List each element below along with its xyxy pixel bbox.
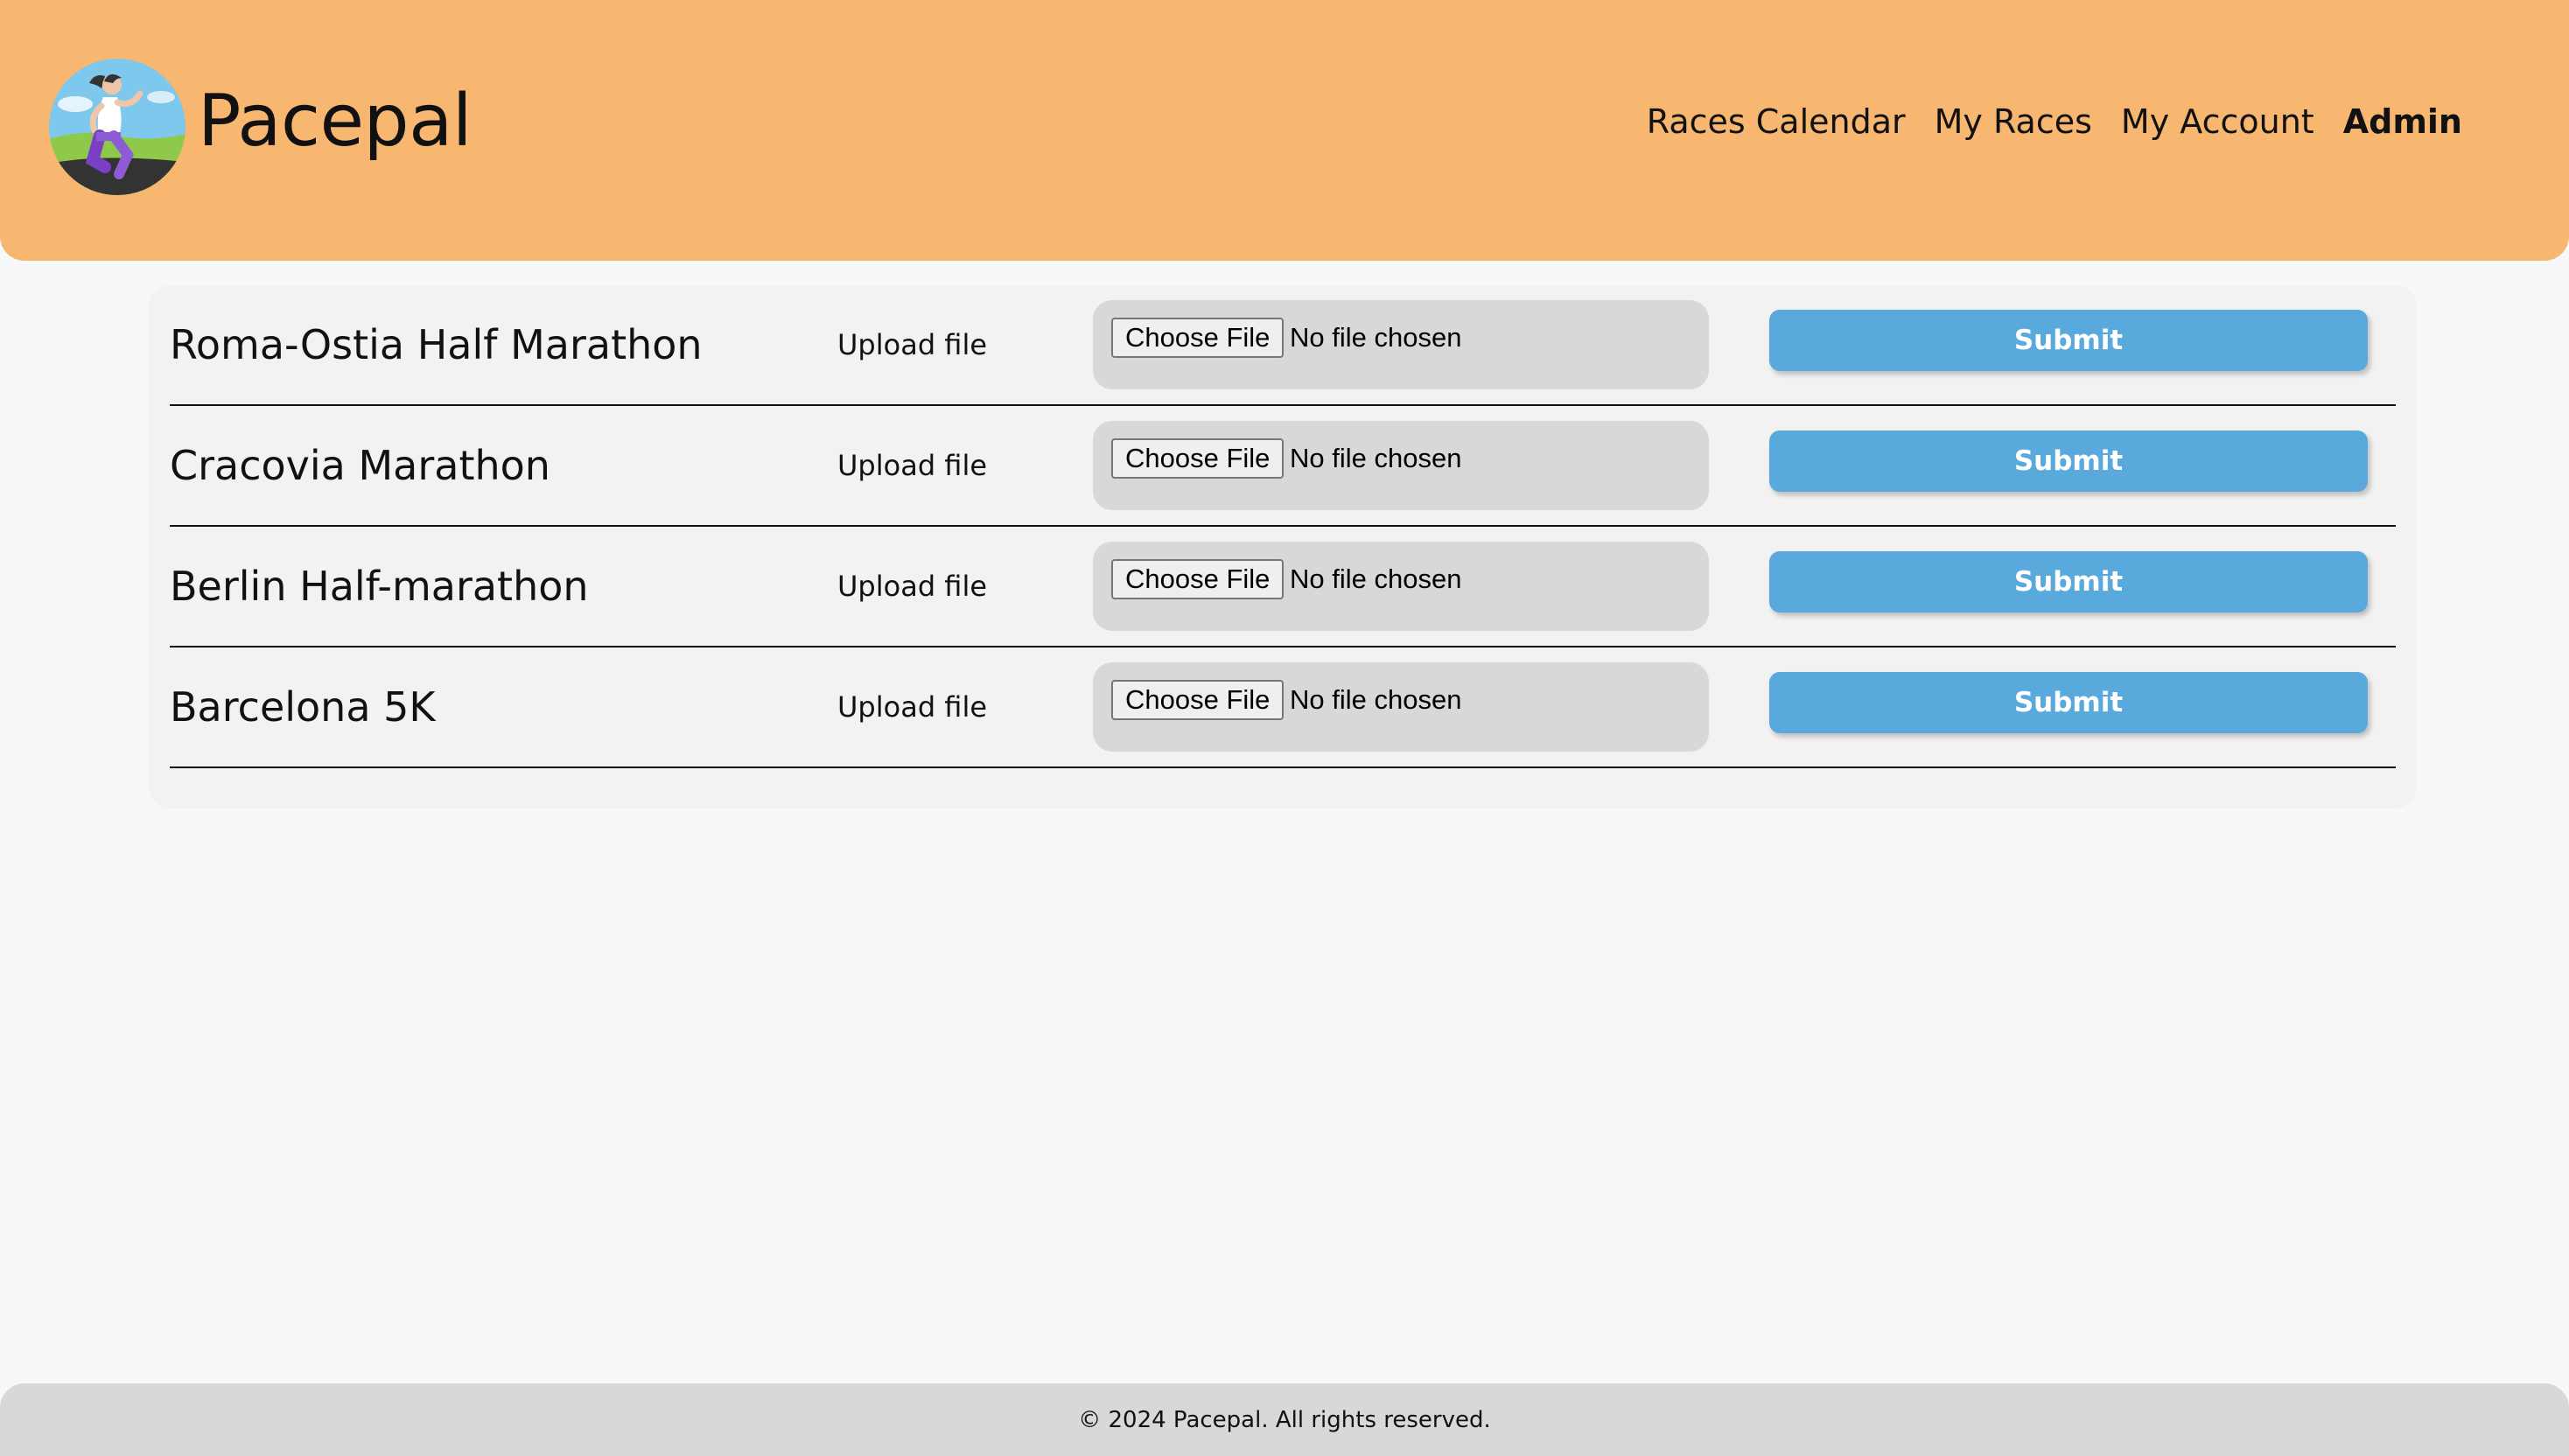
race-name: Roma-Ostia Half Marathon (170, 321, 703, 368)
file-status-text: No file chosen (1290, 443, 1462, 473)
file-status-text: No file chosen (1290, 564, 1462, 594)
upload-label: Upload file (837, 328, 988, 361)
choose-file-button[interactable]: Choose File (1111, 438, 1284, 479)
nav-races-calendar[interactable]: Races Calendar (1647, 105, 1906, 138)
race-row: Barcelona 5K Upload file Choose File No … (170, 648, 2396, 768)
file-status-text: No file chosen (1290, 684, 1462, 715)
race-name: Berlin Half-marathon (170, 563, 589, 610)
brand-name[interactable]: Pacepal (198, 86, 472, 158)
upload-label: Upload file (837, 570, 988, 603)
race-name: Barcelona 5K (170, 683, 436, 731)
file-input-container: Choose File No file chosen (1093, 421, 1709, 510)
race-row: Roma-Ostia Half Marathon Upload file Cho… (170, 285, 2396, 406)
race-row: Cracovia Marathon Upload file Choose Fil… (170, 406, 2396, 527)
copyright-text: © 2024 Pacepal. All rights reserved. (1078, 1406, 1491, 1433)
choose-file-button[interactable]: Choose File (1111, 318, 1284, 358)
main-nav: Races Calendar My Races My Account Admin (1647, 105, 2462, 138)
runner-logo-icon[interactable] (49, 59, 186, 195)
choose-file-button[interactable]: Choose File (1111, 680, 1284, 720)
file-input-container: Choose File No file chosen (1093, 542, 1709, 631)
race-results-upload-card: Roma-Ostia Half Marathon Upload file Cho… (149, 285, 2417, 808)
file-input-container: Choose File No file chosen (1093, 662, 1709, 752)
submit-button[interactable]: Submit (1769, 551, 2368, 612)
choose-file-button[interactable]: Choose File (1111, 559, 1284, 599)
site-header: Pacepal Races Calendar My Races My Accou… (0, 0, 2569, 261)
race-name: Cracovia Marathon (170, 442, 550, 489)
submit-button[interactable]: Submit (1769, 310, 2368, 371)
submit-button[interactable]: Submit (1769, 430, 2368, 492)
nav-my-races[interactable]: My Races (1935, 105, 2092, 138)
site-footer: © 2024 Pacepal. All rights reserved. (0, 1383, 2569, 1456)
submit-button[interactable]: Submit (1769, 672, 2368, 733)
nav-my-account[interactable]: My Account (2121, 105, 2314, 138)
file-status-text: No file chosen (1290, 322, 1462, 353)
race-row: Berlin Half-marathon Upload file Choose … (170, 527, 2396, 648)
upload-label: Upload file (837, 690, 988, 724)
nav-admin[interactable]: Admin (2343, 105, 2462, 138)
upload-label: Upload file (837, 449, 988, 482)
file-input-container: Choose File No file chosen (1093, 300, 1709, 389)
